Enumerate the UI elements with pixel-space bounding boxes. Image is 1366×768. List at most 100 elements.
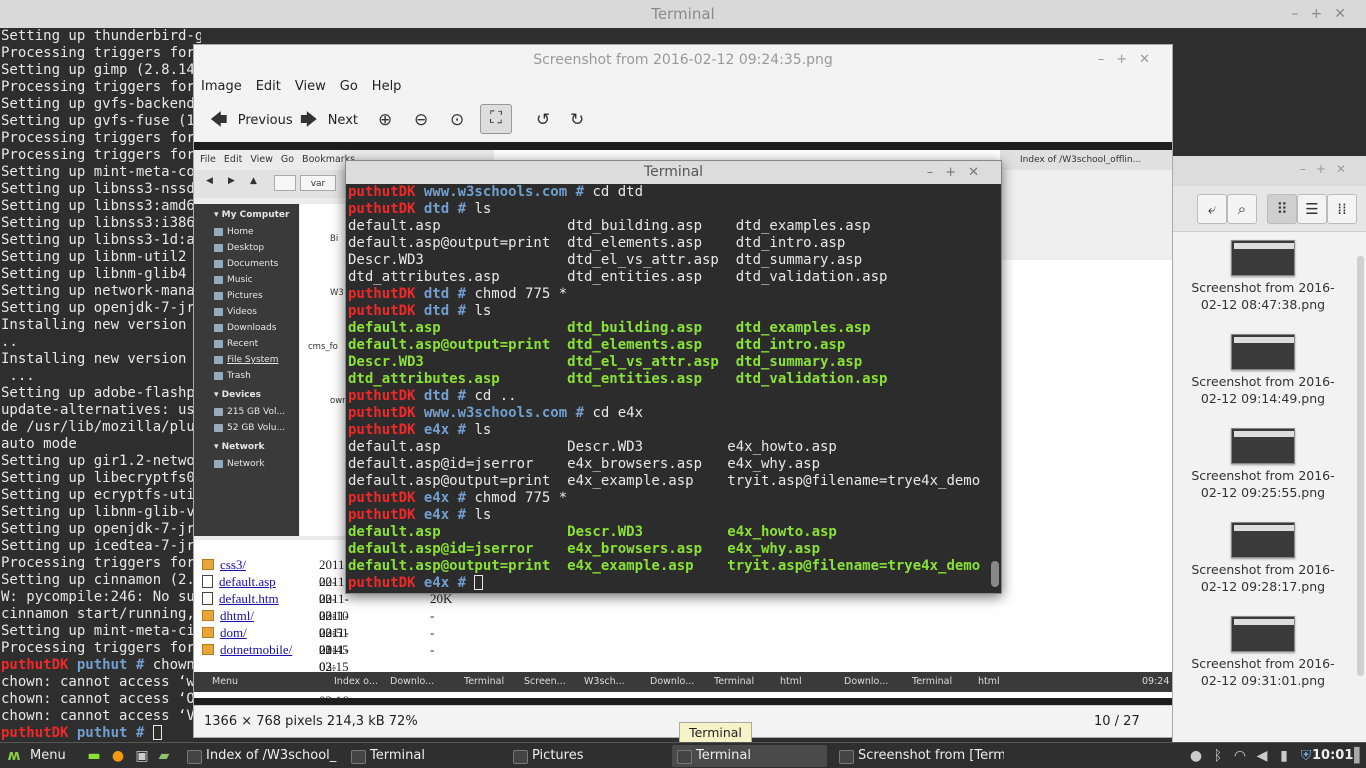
sidebar-item: Documents [194, 256, 299, 272]
menu-item-view[interactable]: View [295, 79, 326, 94]
menu-item-help[interactable]: Help [372, 79, 402, 94]
folder-icon [202, 610, 214, 621]
terminal-line: Setting up libnss3-1d:am [1, 232, 201, 248]
scrollbar[interactable] [1357, 256, 1364, 676]
thumbnail-label: 02-12 09:25:55.png [1200, 485, 1326, 500]
scrollbar-thumb[interactable] [991, 561, 999, 587]
prompt-dir: www.w3schools.com # [423, 405, 593, 421]
terminal-line: puthutDK www.w3schools.com # cd e4x [348, 405, 988, 422]
file-icon [202, 592, 213, 605]
thumbnail-image [1231, 428, 1295, 464]
terminal-line: auto mode [1, 436, 77, 452]
icon-view-icon[interactable]: ⠿ [1267, 194, 1297, 224]
next-button[interactable]: 🡆 Next [300, 107, 358, 133]
inner-panel-item: Terminal [912, 676, 953, 687]
window-title: Screenshot from 2016-02-12 09:24:35.png [533, 52, 833, 68]
zoom-out-icon[interactable]: ⊖ [414, 107, 428, 133]
thumbnail-label: 02-12 09:14:49.png [1200, 391, 1326, 406]
sidebar-item: Downloads [194, 320, 299, 336]
cursor [474, 575, 484, 590]
listing-name: dotnetmobile/ [220, 642, 293, 657]
thumbnail-label: Screenshot from 2016- [1191, 280, 1335, 295]
terminal-line: dtd_attributes.asp dtd_entities.asp dtd_… [348, 269, 988, 286]
terminal-line: default.asp@id=jserror e4x_browsers.asp … [348, 456, 988, 473]
terminal-launcher-icon[interactable]: ▣ [132, 746, 152, 766]
thumbnail-item[interactable]: Screenshot from 2016- 02-12 09:31:01.png [1173, 616, 1353, 704]
terminal-line: Setting up adobe-flashpl [1, 385, 201, 401]
battery-icon[interactable]: ▮ [1274, 746, 1294, 766]
inner-fm-sidebar: ▾ My Computer Home Desktop Documents Music Pi… [194, 204, 299, 536]
previous-label: Previous [237, 112, 293, 128]
prompt-user: puthutDK [348, 201, 424, 217]
rotate-right-icon[interactable]: ↻ [570, 107, 584, 133]
taskbar-window-button[interactable]: Terminal [672, 745, 827, 767]
terminal-window[interactable]: Terminal –+✕ puthutDK www.w3schools.com … [345, 160, 1002, 594]
rotate-left-icon[interactable]: ↺ [536, 107, 550, 133]
window-controls[interactable]: –+✕ [1292, 0, 1358, 28]
listing-row: dom/2011-02-03 02:21- [202, 624, 434, 691]
prompt-dir: e4x # [423, 490, 475, 506]
previous-button[interactable]: 🡄 Previous [210, 107, 293, 133]
files-launcher-icon[interactable]: ▰ [154, 746, 174, 766]
menu-item-go[interactable]: Go [340, 79, 358, 94]
show-desktop-right-icon[interactable]: ▐ [1344, 746, 1364, 766]
show-desktop-icon[interactable]: ▬ [84, 746, 104, 766]
executable-file: default.asp@output=print e4x_example.asp… [348, 558, 981, 574]
firefox-icon[interactable]: ● [108, 746, 128, 766]
terminal-scrollbar[interactable] [991, 187, 999, 591]
taskbar-window-button[interactable]: Pictures [508, 745, 663, 767]
compact-view-icon[interactable]: ⁞⁞ [1327, 194, 1357, 224]
window-controls[interactable]: –+✕ [927, 161, 991, 184]
terminal-line: default.asp dtd_building.asp dtd_example… [348, 218, 988, 235]
thumbnail-item[interactable]: Screenshot from 2016- 02-12 08:47:38.png [1173, 240, 1353, 328]
volume-icon[interactable]: ◀ [1252, 746, 1272, 766]
user-icon[interactable]: ● [1186, 746, 1206, 766]
terminal-output[interactable]: puthutDK www.w3schools.com # cd dtd puthu… [348, 184, 988, 594]
sidebar-item: Home [194, 224, 299, 240]
terminal-line: puthutDK dtd # chmod 775 * [348, 286, 988, 303]
sidebar-header: ▾ My Computer [214, 210, 290, 220]
thumbnail-item[interactable]: Screenshot from 2016- 02-12 09:14:49.png [1173, 334, 1353, 422]
menu-button[interactable]: Menu [30, 746, 66, 766]
zoom-in-icon[interactable]: ⊕ [378, 107, 392, 133]
terminal-titlebar[interactable]: Terminal –+✕ [346, 161, 1001, 184]
terminal-line: Setting up libecryptfs0 [1, 470, 195, 486]
menu-item-edit[interactable]: Edit [256, 79, 281, 94]
prompt-user: puthutDK [348, 490, 424, 506]
terminal-line: default.asp dtd_building.asp dtd_example… [348, 320, 988, 337]
window-controls[interactable]: –+✕ [1173, 156, 1366, 186]
inner-panel-item: html [780, 676, 802, 687]
thumbnail-item[interactable]: Screenshot from 2016- 02-12 09:25:55.png [1173, 428, 1353, 516]
zoom-normal-icon[interactable]: ⊙ [450, 107, 464, 133]
thumbnail-item[interactable]: Screenshot from 2016- 02-12 09:28:17.png [1173, 522, 1353, 610]
listing-name: default.htm [219, 591, 279, 606]
terminal-line: update-alternatives: usi [1, 402, 201, 418]
bluetooth-icon[interactable]: ᛒ [1208, 746, 1228, 766]
best-fit-icon[interactable]: ⛶ [480, 104, 512, 134]
folder-icon [202, 627, 214, 638]
toggle-location-icon[interactable]: ⤶ [1197, 194, 1227, 224]
file-icon [202, 575, 213, 588]
list-view-icon[interactable]: ☰ [1297, 194, 1327, 224]
text: default.asp@id=jserror e4x_browsers.asp … [348, 456, 821, 472]
prompt-dir: puthut # [76, 725, 153, 741]
tooltip: Terminal [679, 722, 752, 744]
background-terminal-titlebar[interactable]: Terminal –+✕ [0, 0, 1366, 28]
taskbar-window-button[interactable]: Screenshot from [Term... [834, 745, 1004, 767]
terminal-line: Setting up network-manag [1, 283, 201, 299]
mint-menu-icon[interactable]: ʍ [4, 746, 24, 766]
image-viewer-titlebar[interactable]: Screenshot from 2016-02-12 09:24:35.png … [194, 45, 1172, 75]
file-manager-window[interactable]: –+✕ ⤶ ⌕ ⠿ ☰ ⁞⁞ Screenshot from 2016- 02-1… [1172, 156, 1366, 744]
menu-item-image[interactable]: Image [201, 79, 242, 94]
terminal-line: default.asp@output=print dtd_elements.as… [348, 235, 988, 252]
terminal-line: ... [1, 368, 35, 384]
background-terminal-output[interactable]: Setting up thunderbird-gnome-support (1:… [1, 28, 201, 742]
window-controls[interactable]: –+✕ [1098, 45, 1162, 75]
inner-panel: Menu Index o... Downlo... Terminal Screen...… [194, 672, 1172, 692]
taskbar-window-button[interactable]: Terminal [346, 745, 501, 767]
network-icon[interactable]: ◠ [1230, 746, 1250, 766]
listing-row: css3/2011-02-03 02:10- [202, 556, 434, 623]
taskbar-window-button[interactable]: Index of /W3school_... [182, 745, 337, 767]
search-icon[interactable]: ⌕ [1227, 194, 1257, 224]
text: chmod 775 * [474, 490, 568, 506]
